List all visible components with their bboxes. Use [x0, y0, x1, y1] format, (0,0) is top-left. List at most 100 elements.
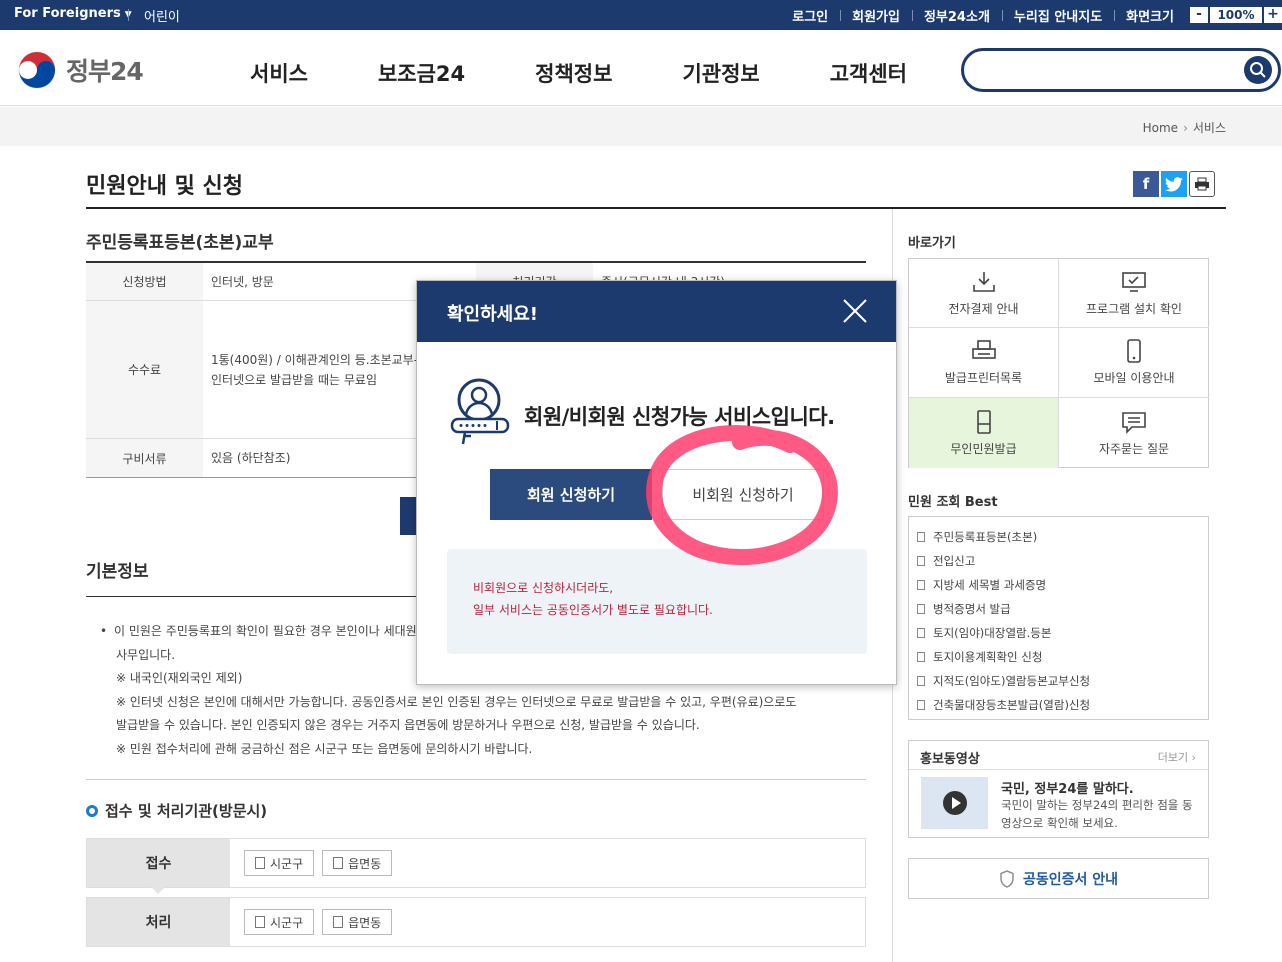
guest-apply-button[interactable]: 비회원 신청하기	[662, 469, 824, 520]
best-item[interactable]: 토지이용계획확인 신청	[917, 645, 1200, 669]
video-headline[interactable]: 국민, 정부24를 말하다.	[1001, 778, 1134, 797]
title-divider	[86, 207, 1226, 209]
member-apply-button[interactable]: 회원 신청하기	[490, 469, 652, 520]
twitter-bird-icon	[1165, 176, 1183, 192]
quick-link-printer-list[interactable]: 발급프린터목록	[909, 328, 1059, 398]
site-header: 정부24 서비스 보조금24 정책정보 기관정보 고객센터	[0, 30, 1282, 106]
document-icon	[917, 700, 925, 710]
video-description: 국민이 말하는 정부24의 편리한 점을 동영상으로 확인해 보세요.	[1001, 798, 1193, 830]
divider	[909, 769, 1208, 770]
best-item[interactable]: 주민등록표등본(초본)	[917, 525, 1200, 549]
best-item[interactable]: 전입신고	[917, 549, 1200, 573]
shield-icon	[1000, 869, 1014, 888]
best-item[interactable]: 지방세 세목별 과세증명	[917, 573, 1200, 597]
search-button[interactable]	[1244, 56, 1272, 84]
quick-links-title: 바로가기	[908, 236, 956, 251]
video-thumbnail[interactable]	[921, 777, 988, 829]
document-icon	[917, 580, 925, 590]
process-row-chips: 시군구 읍면동	[230, 898, 393, 946]
agency-chip[interactable]: 시군구	[244, 909, 315, 935]
facebook-icon[interactable]: f	[1133, 171, 1159, 197]
fee-line: 1통(400원) / 이해관계인의 등.초본교부-	[211, 352, 419, 367]
document-icon	[917, 604, 925, 614]
basic-info-line: ※ 인터넷 신청은 본인에 대해서만 가능합니다. 공동인증서로 본인 인증된 …	[116, 694, 797, 709]
login-link[interactable]: 로그인	[780, 6, 840, 25]
best-item[interactable]: 건축물대장등초본발급(열람)신청	[917, 693, 1200, 717]
basic-info-line: 발급받을 수 있습니다. 본인 인증되지 않은 경우는 거주지 읍면동에 방문하…	[116, 718, 700, 732]
promo-video-title: 홍보동영상	[920, 752, 980, 767]
taegeuk-logo-icon	[18, 51, 56, 89]
breadcrumb-home[interactable]: Home	[1143, 121, 1178, 135]
printer-icon	[971, 340, 996, 359]
promo-video-box: 홍보동영상 더보기 › 국민, 정부24를 말하다. 국민이 말하는 정부24의…	[908, 740, 1209, 838]
nav-support[interactable]: 고객센터	[830, 58, 907, 88]
breadcrumb-band: Home › 서비스	[0, 107, 1282, 146]
quick-link-mobile[interactable]: 모바일 이용안내	[1059, 328, 1209, 398]
logo-text: 정부24	[66, 57, 144, 86]
zoom-level: 100%	[1210, 7, 1262, 23]
agency-chip[interactable]: 읍면동	[322, 850, 393, 876]
sitemap-link[interactable]: 누리집 안내지도	[1001, 6, 1114, 25]
breadcrumb: Home › 서비스	[1143, 119, 1226, 136]
twitter-icon[interactable]	[1161, 171, 1187, 197]
close-icon[interactable]	[842, 298, 868, 324]
best-item[interactable]: 병적증명서 발급	[917, 597, 1200, 621]
best-item[interactable]: 토지(임야)대장열람.등본	[917, 621, 1200, 645]
process-row-label: 처리	[87, 898, 230, 946]
row-value: 1통(400원) / 이해관계인의 등.초본교부- 인터넷으로 발급받을 때는 …	[203, 301, 426, 438]
agency-chip[interactable]: 시군구	[244, 850, 315, 876]
confirm-modal: 확인하세요! 회원/비회원 신청가능 서비스입니다. 회원 신청하기 비회원 신…	[416, 280, 897, 685]
nav-agency[interactable]: 기관정보	[682, 58, 759, 88]
circle-bullet-icon	[86, 804, 98, 817]
signup-link[interactable]: 회원가입	[840, 6, 912, 25]
zoom-control: - 100% +	[1190, 7, 1282, 23]
quick-link-kiosk[interactable]: 무인민원발급	[909, 398, 1059, 468]
notice-line: 일부 서비스는 공동인증서가 별도로 필요합니다.	[473, 603, 713, 617]
mobile-icon	[1127, 339, 1141, 363]
breadcrumb-current[interactable]: 서비스	[1193, 121, 1226, 135]
about-link[interactable]: 정부24소개	[911, 6, 1002, 25]
cert-guide-button[interactable]: 공동인증서 안내	[908, 858, 1209, 899]
search-input[interactable]	[982, 59, 1232, 81]
nav-subsidy[interactable]: 보조금24	[378, 58, 465, 88]
print-icon[interactable]	[1189, 171, 1215, 197]
modal-header: 확인하세요!	[417, 281, 896, 342]
nav-service[interactable]: 서비스	[250, 58, 308, 88]
document-icon	[917, 532, 925, 542]
quick-link-faq[interactable]: 자주묻는 질문	[1059, 398, 1209, 468]
logo[interactable]: 정부24	[16, 50, 144, 90]
modal-title: 확인하세요!	[447, 304, 539, 325]
zoom-in-button[interactable]: +	[1264, 7, 1282, 23]
download-icon	[972, 271, 995, 292]
monitor-check-icon	[1122, 271, 1146, 292]
best-title: 민원 조회 Best	[908, 495, 998, 510]
agency-chip[interactable]: 읍면동	[322, 909, 393, 935]
fee-line: 인터넷으로 발급받을 때는 무료임	[211, 372, 378, 387]
best-list: 주민등록표등본(초본) 전입신고 지방세 세목별 과세증명 병적증명서 발급 토…	[908, 516, 1209, 720]
best-item[interactable]: 지적도(임야도)열람등본교부신청	[917, 669, 1200, 693]
bullet-icon: •	[100, 624, 108, 638]
document-icon	[917, 628, 925, 638]
row-label: 신청방법	[86, 263, 203, 300]
zoom-out-button[interactable]: -	[1190, 7, 1208, 23]
utility-links: 로그인 회원가입 정부24소개 누리집 안내지도 화면크기 - 100% +	[780, 0, 1282, 30]
document-icon	[917, 556, 925, 566]
language-selector[interactable]: For Foreigners▼	[14, 6, 132, 21]
more-link[interactable]: 더보기 ›	[1158, 749, 1196, 765]
process-row-chips: 시군구 읍면동	[230, 839, 393, 887]
divider	[128, 9, 129, 21]
kiosk-icon	[976, 409, 991, 434]
process-title: 접수 및 처리기관(방문시)	[86, 800, 267, 821]
search-icon	[1250, 62, 1266, 78]
play-icon[interactable]	[943, 791, 967, 815]
document-icon	[917, 652, 925, 662]
process-row: 처리 시군구 읍면동	[86, 897, 866, 947]
quick-link-payment[interactable]: 전자결제 안내	[909, 259, 1059, 328]
nav-policy[interactable]: 정책정보	[535, 58, 612, 88]
printer-icon	[1195, 177, 1209, 191]
quick-link-program-check[interactable]: 프로그램 설치 확인	[1059, 259, 1209, 328]
kids-link[interactable]: 어린이	[144, 6, 180, 25]
process-row-label: 접수	[87, 839, 230, 894]
page-title: 민원안내 및 신청	[86, 174, 243, 199]
divider	[86, 779, 866, 780]
